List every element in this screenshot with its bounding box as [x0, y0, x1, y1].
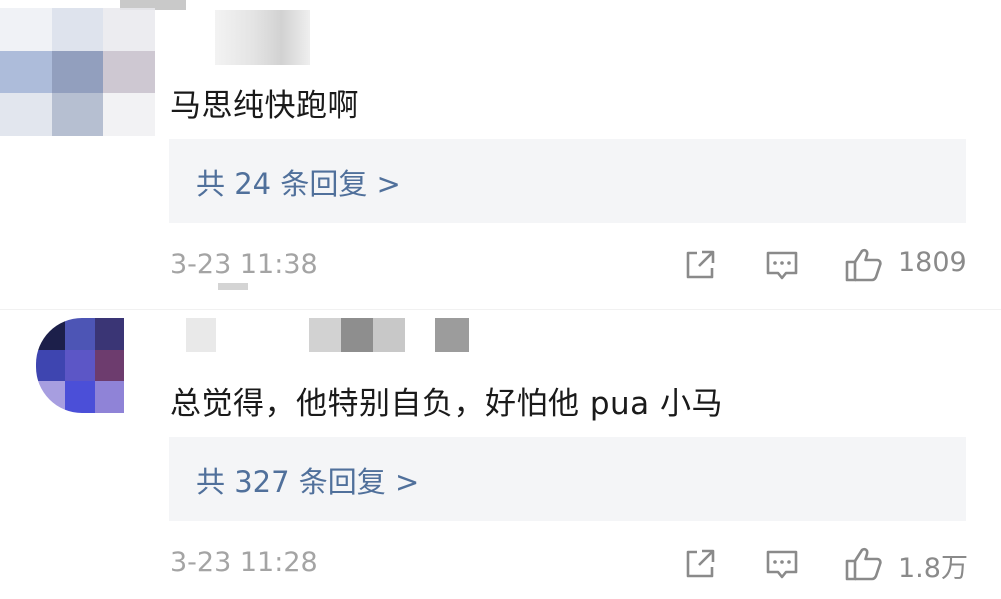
blurred-fragment [218, 283, 248, 290]
comment-timestamp: 3-23 11:28 [170, 547, 318, 578]
comment-list: 马思纯快跑啊 共 24 条回复 > 3-23 11:38 1809 总觉得，他特… [0, 0, 1001, 599]
thumbs-up-icon[interactable] [844, 546, 884, 582]
like-count[interactable]: 1.8万 [898, 546, 968, 585]
share-icon[interactable] [682, 247, 718, 283]
avatar-pixel [94, 318, 124, 350]
comment-actions: 1809 [682, 247, 972, 287]
avatar-pixel [65, 381, 95, 413]
comment-item: 马思纯快跑啊 共 24 条回复 > 3-23 11:38 1809 [0, 0, 1001, 300]
comment-icon[interactable] [764, 546, 800, 582]
avatar-pixel [103, 8, 155, 51]
blurred-username [186, 318, 469, 352]
view-replies-label: 共 24 条回复 > [196, 167, 401, 201]
comment-text: 马思纯快跑啊 [170, 88, 359, 124]
share-icon[interactable] [682, 546, 718, 582]
avatar-pixel [94, 381, 124, 413]
view-replies-button[interactable]: 共 327 条回复 > [169, 437, 966, 521]
avatar-pixel [0, 8, 52, 51]
comment-icon[interactable] [764, 247, 800, 283]
comment-actions: 1.8万 [682, 546, 972, 586]
avatar-pixel [51, 50, 104, 94]
avatar-pixel [36, 318, 66, 350]
avatar-pixel [36, 381, 66, 413]
comment-text: 总觉得，他特别自负，好怕他 pua 小马 [170, 386, 724, 422]
avatar-pixel [103, 50, 155, 94]
avatar-pixel [51, 93, 104, 136]
avatar-pixel [0, 50, 52, 94]
like-count[interactable]: 1809 [898, 247, 967, 278]
avatar[interactable] [36, 318, 124, 413]
comment-timestamp: 3-23 11:38 [170, 249, 318, 280]
avatar-pixel [0, 93, 52, 136]
avatar-pixel [94, 349, 124, 382]
avatar-pixel [103, 93, 155, 136]
avatar-pixel [36, 349, 66, 382]
avatar-pixel [65, 318, 95, 350]
view-replies-label: 共 327 条回复 > [196, 465, 420, 499]
avatar-pixel [65, 349, 95, 382]
avatar-pixel [51, 8, 104, 51]
avatar[interactable] [0, 8, 155, 136]
thumbs-up-icon[interactable] [844, 247, 884, 283]
comment-item: 总觉得，他特别自负，好怕他 pua 小马 共 327 条回复 > 3-23 11… [0, 300, 1001, 599]
view-replies-button[interactable]: 共 24 条回复 > [169, 139, 966, 223]
